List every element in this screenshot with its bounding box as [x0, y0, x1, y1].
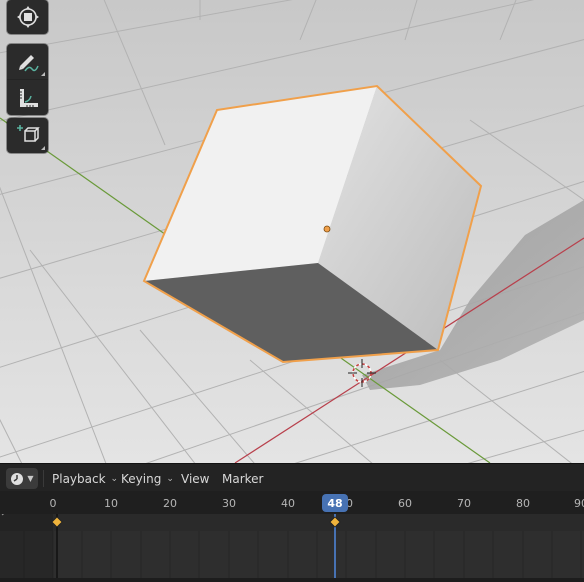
keyframe-track[interactable]	[0, 508, 584, 578]
toolbar-transform-group	[7, 0, 48, 34]
frame-label-70: 70	[457, 497, 471, 510]
marker-menu-label: Marker	[222, 472, 264, 486]
measure-tool-button[interactable]	[7, 79, 48, 115]
frame-label-80: 80	[516, 497, 530, 510]
scene-range-start-shade	[0, 514, 53, 578]
annotate-pencil-icon	[18, 54, 39, 71]
chevron-down-icon: ⌄	[166, 474, 174, 484]
view-menu-label: View	[181, 472, 210, 486]
timeline-editor: ▼ Playback ⌄ Keying ⌄ View Marker 0 10 2…	[0, 463, 584, 578]
keying-menu[interactable]: Keying ⌄	[121, 469, 174, 489]
frame-label-20: 20	[163, 497, 177, 510]
toolbar-add-group	[7, 118, 48, 153]
annotate-options-corner-icon	[41, 72, 45, 76]
chevron-down-icon: ⌄	[110, 474, 119, 484]
keying-menu-label: Keying	[121, 472, 162, 486]
add-cube-tool-button[interactable]	[7, 118, 48, 153]
annotate-tool-button[interactable]	[7, 44, 48, 79]
toolbar-annotate-group	[7, 44, 48, 115]
view-menu[interactable]: View	[181, 469, 209, 489]
frame-label-90: 90	[574, 497, 584, 510]
object-origin	[323, 225, 331, 233]
header-separator	[43, 470, 44, 487]
frame-ruler[interactable]: 0 10 20 30 40 50 60 70 80 90 48	[0, 491, 584, 514]
clock-icon	[11, 472, 24, 485]
frame-label-10: 10	[104, 497, 118, 510]
timeline-header: ▼ Playback ⌄ Keying ⌄ View Marker	[0, 463, 584, 491]
marker-menu[interactable]: Marker	[222, 469, 263, 489]
transform-tool-button[interactable]	[7, 0, 48, 34]
add-cube-icon	[16, 124, 40, 142]
current-frame-indicator[interactable]: 48	[322, 494, 348, 512]
measure-ruler-icon	[19, 88, 38, 107]
transform-icon	[16, 6, 39, 28]
add-options-corner-icon	[41, 146, 45, 150]
chevron-down-icon: ▼	[27, 474, 34, 483]
3d-viewport[interactable]	[0, 0, 584, 463]
playback-menu-label: Playback	[52, 472, 106, 486]
playback-menu[interactable]: Playback ⌄	[52, 469, 118, 489]
frame-label-40: 40	[281, 497, 295, 510]
editor-type-selector[interactable]: ▼	[6, 468, 38, 489]
summary-row	[0, 514, 584, 531]
frame-label-0: 0	[49, 497, 57, 510]
frame-label-30: 30	[222, 497, 236, 510]
frame-label-60: 60	[398, 497, 412, 510]
